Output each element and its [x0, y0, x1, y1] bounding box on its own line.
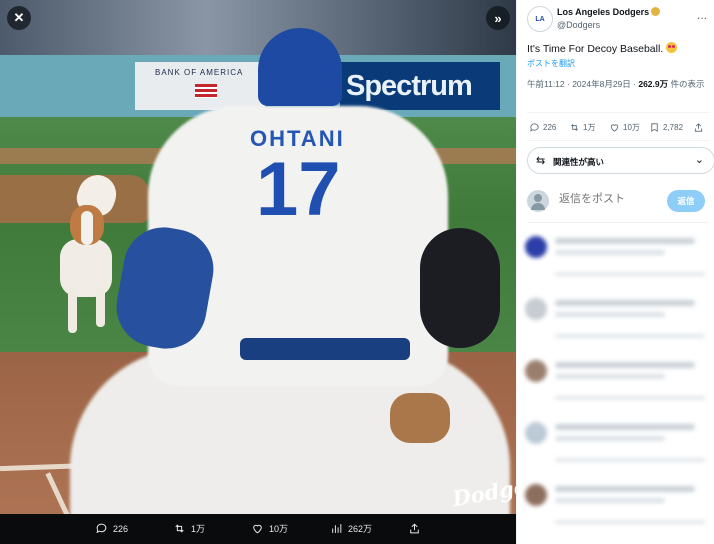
engagement-stats: 226 1万 10万 2,782 — [527, 120, 711, 136]
share-button[interactable] — [693, 122, 704, 133]
author-handle[interactable]: @Dodgers — [557, 20, 600, 30]
list-item[interactable] — [525, 228, 711, 288]
avatar[interactable]: LA — [527, 6, 553, 32]
verified-badge-icon — [651, 7, 661, 16]
divider — [527, 112, 709, 113]
media-repost-button[interactable]: 1万 — [173, 522, 205, 535]
list-item[interactable] — [525, 414, 711, 474]
share-icon — [410, 523, 419, 534]
close-icon[interactable]: ✕ — [7, 6, 31, 30]
repost-button[interactable]: 1万 — [569, 122, 595, 133]
user-avatar — [527, 190, 549, 212]
media-like-button[interactable]: 10万 — [251, 522, 288, 535]
heart-icon — [610, 124, 619, 132]
views-icon — [332, 524, 342, 533]
bookmark-icon — [651, 123, 658, 132]
bookmark-button[interactable]: 2,782 — [649, 122, 683, 133]
sort-label: 関連性が高い — [553, 157, 605, 167]
reply-submit-button[interactable]: 返信 — [667, 190, 705, 212]
glove — [390, 393, 450, 443]
reply-icon — [530, 123, 539, 132]
heart-icon — [253, 524, 262, 534]
sort-replies-dropdown[interactable]: ⇆ 関連性が高い ⌄ — [527, 147, 714, 174]
reply-button[interactable]: 226 — [529, 122, 556, 133]
tweet-panel: LA Los Angeles Dodgers @Dodgers ... It's… — [516, 0, 714, 544]
list-item[interactable] — [525, 476, 711, 536]
blurred-replies — [517, 228, 714, 544]
divider — [527, 140, 709, 141]
like-button[interactable]: 10万 — [609, 122, 640, 133]
repost-icon — [175, 524, 184, 533]
tweet-text: It's Time For Decoy Baseball. — [527, 42, 678, 55]
tweet-meta: 午前11:12 · 2024年8月29日 · 262.9万 件の表示 — [527, 79, 705, 89]
jersey-number: 17 — [256, 147, 341, 232]
media-reply-button[interactable]: 226 — [95, 522, 128, 535]
reply-input[interactable] — [557, 192, 671, 206]
chevron-double-right-icon[interactable]: » — [486, 6, 510, 30]
media-share-button[interactable] — [408, 522, 421, 535]
reply-icon — [96, 523, 107, 534]
repost-icon — [570, 124, 579, 131]
media-views-button[interactable]: 262万 — [330, 522, 372, 535]
timestamp[interactable]: 午前11:12 · 2024年8月29日 · — [527, 79, 638, 89]
media-viewer: BANK OF AMERICA Spectrum OHTANI 17 Dodge… — [0, 0, 516, 544]
chevron-down-icon: ⌄ — [694, 154, 704, 166]
list-item[interactable] — [525, 290, 711, 350]
heart-eyes-emoji-icon — [666, 42, 678, 53]
share-icon — [694, 123, 703, 132]
sliders-icon: ⇆ — [536, 155, 546, 167]
player-cap — [258, 28, 342, 106]
author-name[interactable]: Los Angeles Dodgers — [557, 7, 661, 17]
divider — [527, 222, 709, 223]
list-item[interactable] — [525, 352, 711, 412]
player-figure: OHTANI 17 — [70, 28, 510, 544]
translate-link[interactable]: ポストを翻訳 — [527, 58, 575, 69]
media-action-bar: 226 1万 10万 262万 — [0, 514, 516, 544]
more-options-icon[interactable]: ... — [697, 8, 707, 22]
view-count: 262.9万 — [638, 79, 669, 89]
